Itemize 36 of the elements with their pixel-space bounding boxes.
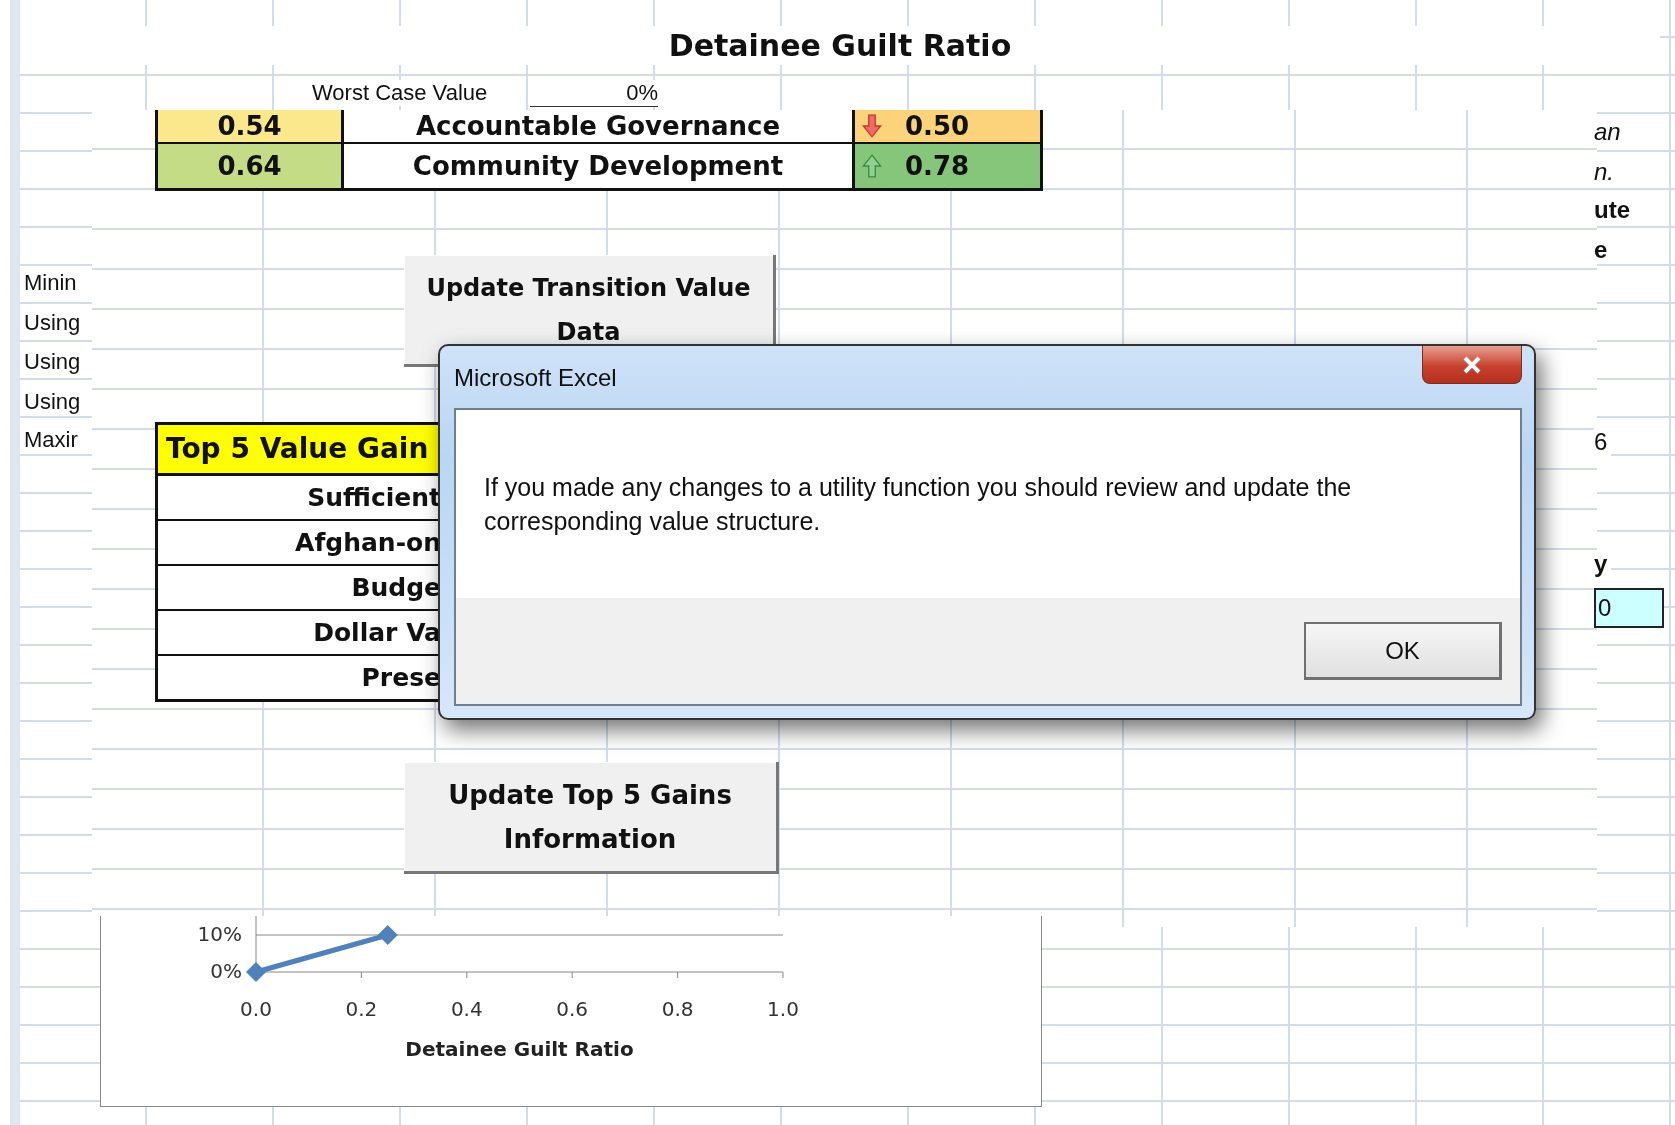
x-tick-label: 0.0: [240, 997, 272, 1021]
category-cell: Community Development: [344, 144, 855, 188]
y-tick-label: 10%: [197, 922, 242, 946]
row-label: Using: [24, 349, 82, 375]
dialog-message: If you made any changes to a utility function you should review and update the corresponding value structure.: [484, 472, 1353, 537]
table-cell: Afghan-on: [158, 521, 441, 566]
table-cell: Dollar Va: [158, 611, 441, 656]
score-cell: 0.54: [158, 110, 344, 142]
x-tick-label: 0.8: [661, 997, 694, 1021]
row-label: Using: [24, 389, 82, 415]
close-button[interactable]: [1422, 346, 1522, 384]
x-tick-label: 0.2: [345, 997, 378, 1021]
x-tick-label: 0.6: [556, 997, 589, 1021]
table-cell: Prese: [158, 656, 441, 699]
dialog-title: Microsoft Excel: [454, 364, 617, 392]
change-value: 0.78: [905, 151, 970, 181]
text-fragment: 6: [1594, 428, 1612, 456]
row-label: Using: [24, 310, 82, 336]
update-gains-button[interactable]: Update Top 5 Gains Information: [404, 762, 779, 874]
x-tick-label: 0.4: [450, 997, 483, 1021]
table-cell: Budge: [158, 566, 441, 611]
x-axis-title: Detainee Guilt Ratio: [405, 1037, 634, 1061]
score-cell: 0.64: [158, 144, 344, 188]
change-value: 0.50: [905, 111, 970, 141]
close-icon: [1461, 355, 1483, 374]
worst-case-label: Worst Case Value: [312, 80, 488, 106]
row-label: Minin: [24, 270, 78, 296]
row-label: Maxir: [24, 427, 79, 453]
table-cell: 0: [1594, 588, 1664, 628]
ok-button[interactable]: OK: [1304, 622, 1502, 680]
worst-case-value: 0%: [530, 80, 658, 107]
x-tick-label: 1.0: [767, 997, 799, 1021]
table-cell: Sufficient: [158, 476, 441, 521]
y-tick-label: 0%: [210, 959, 242, 983]
table-header: Top 5 Value Gain: [158, 425, 441, 476]
sheet-title: Detainee Guilt Ratio: [20, 26, 1660, 65]
